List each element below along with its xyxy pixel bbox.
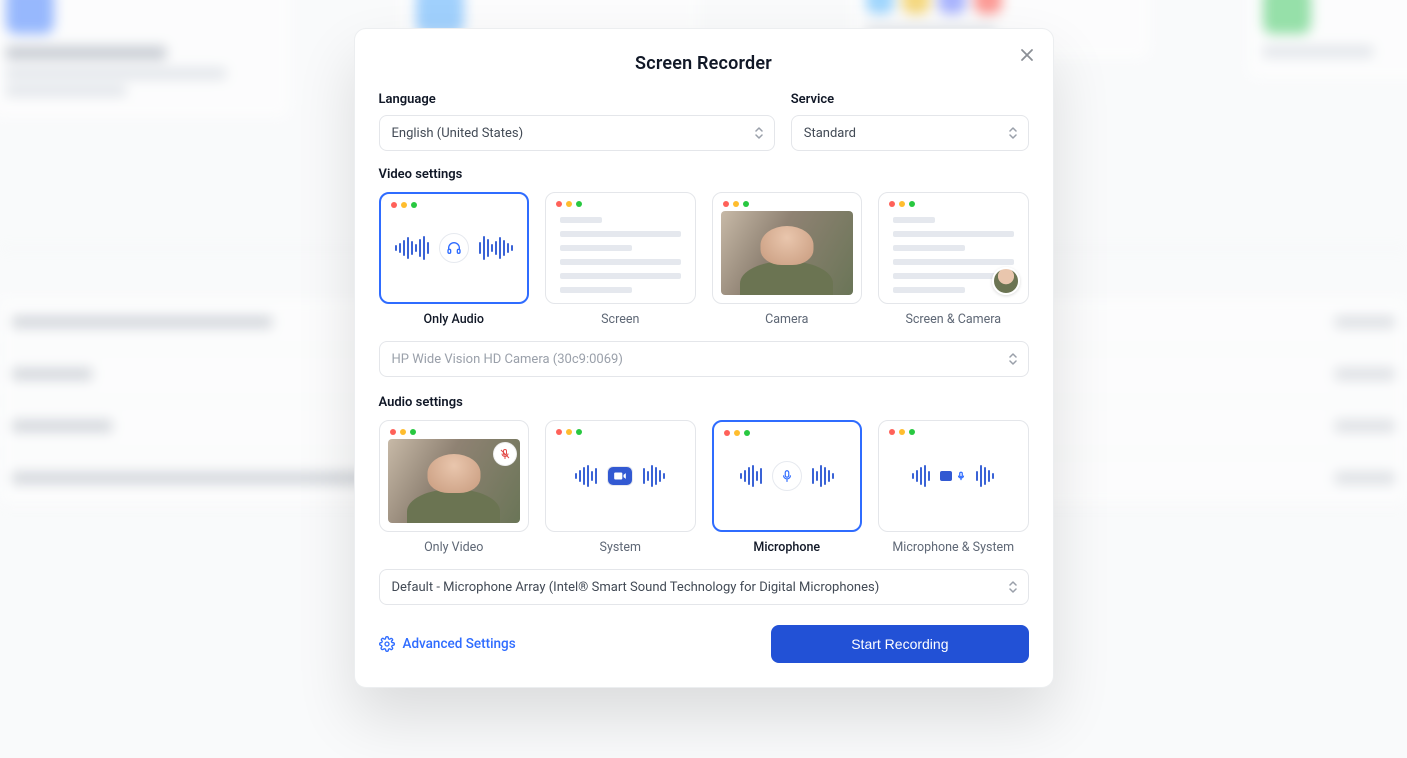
- video-option-caption: Screen & Camera: [878, 312, 1029, 327]
- service-label: Service: [791, 92, 1029, 107]
- video-settings-label: Video settings: [379, 167, 1029, 182]
- gear-icon: [379, 636, 395, 652]
- person-photo: [721, 211, 854, 295]
- audio-option-caption: Microphone & System: [878, 540, 1029, 555]
- audio-option-system[interactable]: System: [545, 420, 696, 555]
- modal-backdrop: Screen Recorder Language English (United…: [0, 0, 1407, 758]
- service-select[interactable]: Standard: [791, 115, 1029, 151]
- video-option-screen-camera[interactable]: Screen & Camera: [878, 192, 1029, 327]
- audio-option-caption: System: [545, 540, 696, 555]
- video-icon: [940, 471, 952, 481]
- video-option-only-audio[interactable]: Only Audio: [379, 192, 530, 327]
- window-dots-icon: [889, 201, 915, 207]
- video-option-caption: Only Audio: [379, 312, 530, 327]
- updown-icon: [754, 126, 764, 140]
- video-option-camera[interactable]: Camera: [712, 192, 863, 327]
- microphone-icon: [956, 470, 966, 482]
- microphone-icon: [772, 461, 802, 491]
- close-button[interactable]: [1015, 43, 1039, 67]
- modal-title: Screen Recorder: [379, 53, 1029, 74]
- window-dots-icon: [724, 430, 750, 436]
- audio-option-microphone[interactable]: Microphone: [712, 420, 863, 555]
- video-option-caption: Screen: [545, 312, 696, 327]
- window-dots-icon: [889, 429, 915, 435]
- window-dots-icon: [556, 201, 582, 207]
- camera-device-select[interactable]: HP Wide Vision HD Camera (30c9:0069): [379, 341, 1029, 377]
- audio-option-caption: Microphone: [712, 540, 863, 555]
- audio-options: Only Video System: [379, 420, 1029, 555]
- window-dots-icon: [390, 429, 416, 435]
- audio-option-only-video[interactable]: Only Video: [379, 420, 530, 555]
- headphones-icon: [439, 233, 469, 263]
- close-icon: [1020, 48, 1034, 62]
- video-option-caption: Camera: [712, 312, 863, 327]
- start-recording-button[interactable]: Start Recording: [771, 625, 1028, 663]
- video-icon: [607, 466, 633, 486]
- updown-icon: [1008, 352, 1018, 366]
- language-value: English (United States): [392, 126, 524, 141]
- advanced-settings-link[interactable]: Advanced Settings: [379, 636, 516, 652]
- window-dots-icon: [391, 202, 417, 208]
- camera-thumbnail: [992, 267, 1020, 295]
- camera-device-value: HP Wide Vision HD Camera (30c9:0069): [392, 352, 623, 367]
- audio-settings-label: Audio settings: [379, 395, 1029, 410]
- language-label: Language: [379, 92, 775, 107]
- language-select[interactable]: English (United States): [379, 115, 775, 151]
- updown-icon: [1008, 126, 1018, 140]
- mic-device-value: Default - Microphone Array (Intel® Smart…: [392, 580, 880, 595]
- mic-muted-icon: [494, 443, 516, 465]
- screen-recorder-modal: Screen Recorder Language English (United…: [354, 28, 1054, 688]
- window-dots-icon: [556, 429, 582, 435]
- updown-icon: [1008, 580, 1018, 594]
- video-option-screen[interactable]: Screen: [545, 192, 696, 327]
- video-options: Only Audio Screen Camera: [379, 192, 1029, 327]
- advanced-settings-label: Advanced Settings: [403, 636, 516, 652]
- service-value: Standard: [804, 126, 856, 141]
- mic-device-select[interactable]: Default - Microphone Array (Intel® Smart…: [379, 569, 1029, 605]
- audio-option-caption: Only Video: [379, 540, 530, 555]
- window-dots-icon: [723, 201, 749, 207]
- audio-option-mic-system[interactable]: Microphone & System: [878, 420, 1029, 555]
